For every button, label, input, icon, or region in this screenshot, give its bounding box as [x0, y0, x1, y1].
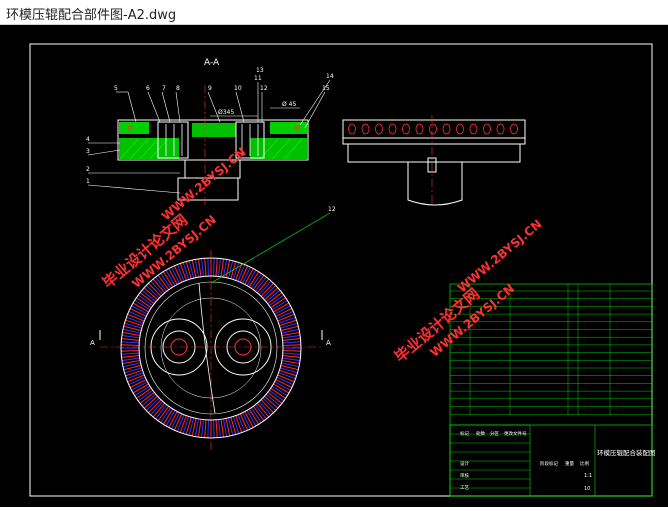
view-marker-right: A [326, 339, 331, 347]
watermark-url-4: WWW.2BYSJ.CN [455, 217, 545, 295]
cad-drawing[interactable]: A-A Ø345 Ø 45 5 6 7 8 9 10 11 12 13 14 1… [0, 25, 668, 507]
callout-5: 5 [114, 85, 118, 92]
callout-7: 7 [162, 85, 166, 92]
callout-10: 10 [234, 85, 242, 92]
callout-12b: 12 [328, 206, 336, 213]
callout-6: 6 [146, 85, 150, 92]
callout-13: 13 [256, 67, 264, 74]
tb-label-3: 更改文件号 [504, 430, 527, 437]
callout-15: 15 [322, 85, 330, 92]
callout-3: 3 [86, 148, 90, 155]
app-window: 环模压辊配合部件图-A2.dwg A-A Ø345 Ø 45 5 6 7 8 9… [0, 0, 668, 507]
tb-label-11: 重量 [565, 460, 574, 467]
title-bar: 环模压辊配合部件图-A2.dwg [0, 0, 668, 25]
tb-scale: 1:1 [584, 473, 592, 479]
drawing-name: 环模压辊配合装配图 [597, 448, 656, 457]
callout-14: 14 [326, 73, 334, 80]
callout-4: 4 [86, 136, 90, 143]
watermark-4: WWW.2BYSJ.CN [455, 217, 545, 295]
tb-label-7: 审核 [460, 472, 469, 479]
callout-2: 2 [86, 166, 90, 173]
callout-12: 12 [260, 85, 268, 92]
dim-right: Ø 45 [282, 101, 296, 108]
tb-label-8: 工艺 [460, 485, 469, 491]
tb-label-12: 比例 [580, 460, 589, 467]
dim-top: Ø345 [218, 109, 234, 116]
callout-11: 11 [254, 75, 262, 82]
tb-label-0: 标记 [460, 430, 469, 437]
tb-sheet: 10 [584, 486, 590, 492]
view-marker-left: A [90, 339, 95, 347]
window-title: 环模压辊配合部件图-A2.dwg [6, 8, 177, 23]
tb-label-2: 分区 [490, 430, 499, 437]
plan-view: 12 A A [90, 206, 336, 450]
tb-label-10: 阶段标记 [540, 460, 558, 467]
section-label: A-A [204, 58, 220, 68]
tb-label-6: 设计 [460, 460, 469, 467]
watermark-3: 毕业设计论文网 WWW.2BYSJ.CN [391, 281, 517, 366]
callout-9: 9 [208, 85, 212, 92]
drawing-canvas[interactable]: A-A Ø345 Ø 45 5 6 7 8 9 10 11 12 13 14 1… [0, 25, 668, 507]
callout-1: 1 [86, 178, 90, 185]
tb-label-1: 处数 [476, 430, 485, 437]
side-view [342, 115, 526, 206]
section-view: Ø345 Ø 45 [117, 85, 309, 205]
callout-8: 8 [176, 85, 180, 92]
